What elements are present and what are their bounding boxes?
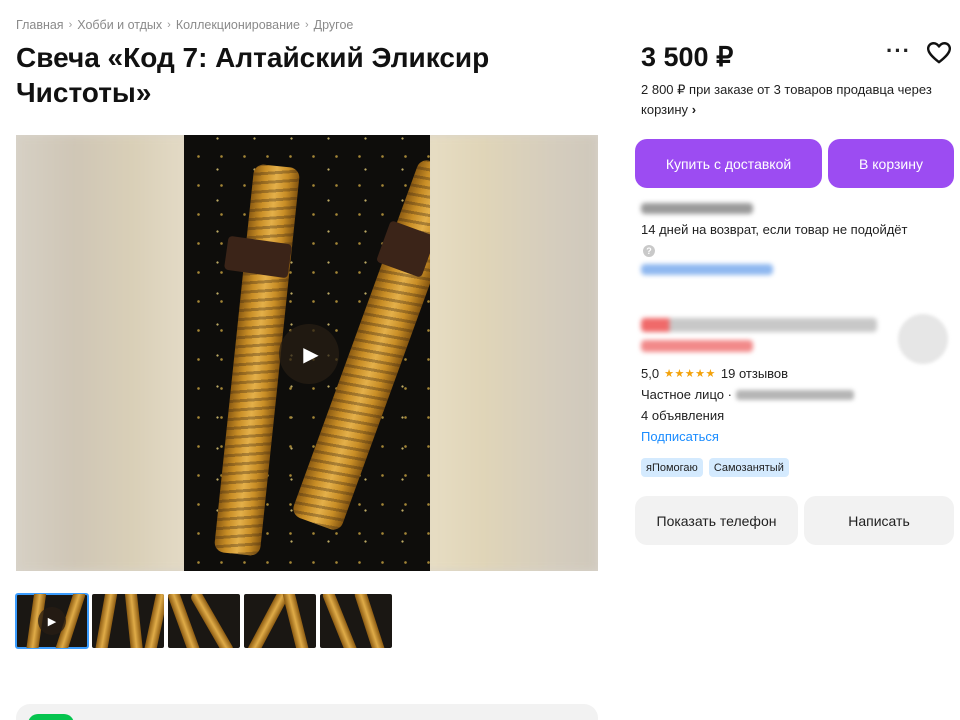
promo-text: 2 800 ₽ при заказе от 3 товаров продавца…: [641, 82, 932, 117]
breadcrumb-item-home[interactable]: Главная: [16, 18, 64, 32]
seller-rating[interactable]: 5,0 ★★★★★ 19 отзывов: [641, 366, 788, 381]
badge-self-employed[interactable]: Самозанятый: [708, 458, 789, 477]
show-phone-button[interactable]: Показать телефон: [635, 496, 798, 545]
more-options-icon[interactable]: ···: [886, 38, 911, 64]
info-icon[interactable]: ?: [643, 245, 655, 257]
bulk-price-promo[interactable]: 2 800 ₽ при заказе от 3 товаров продавца…: [641, 80, 941, 120]
play-icon: ▶: [303, 343, 319, 366]
page-title: Свеча «Код 7: Алтайский Эликсир Чистоты»: [16, 42, 490, 108]
breadcrumb-separator: ›: [68, 19, 73, 31]
return-policy-text: 14 дней на возврат, если товар не подойд…: [641, 222, 908, 237]
heart-icon[interactable]: [926, 40, 952, 66]
info-card: [16, 704, 598, 720]
chevron-right-icon: ›: [691, 102, 697, 117]
seller-subtitle-blurred: [641, 340, 753, 352]
reviews-count: 19 отзывов: [720, 366, 789, 381]
thumbnail-play-icon: ▶: [38, 607, 66, 635]
breadcrumb-item-collecting[interactable]: Коллекционирование: [176, 18, 300, 32]
badge-ya-pomogayu[interactable]: яПомогаю: [641, 458, 703, 477]
breadcrumb-separator: ›: [167, 19, 171, 31]
thumbnail-strip: ▶: [15, 593, 392, 649]
thumbnail-video[interactable]: ▶: [15, 593, 89, 649]
breadcrumb-item-other[interactable]: Другое: [314, 18, 354, 32]
seller-type-label: Частное лицо ·: [641, 387, 732, 402]
green-chip: [28, 714, 74, 720]
seller-type: Частное лицо ·: [641, 387, 854, 402]
thumbnail-image[interactable]: [244, 594, 316, 648]
buy-with-delivery-button[interactable]: Купить с доставкой: [635, 139, 822, 188]
write-message-button[interactable]: Написать: [804, 496, 954, 545]
delivery-link-blurred[interactable]: [641, 264, 773, 275]
price: 3 500 ₽: [641, 42, 734, 72]
thumbnail-image[interactable]: [92, 594, 164, 648]
thumbnail-image[interactable]: [168, 594, 240, 648]
breadcrumb: Главная › Хобби и отдых › Коллекциониров…: [16, 18, 353, 32]
seller-since-blurred: [735, 389, 854, 400]
breadcrumb-separator: ›: [304, 19, 309, 31]
thumbnail-image[interactable]: [320, 594, 392, 648]
star-rating-icon: ★★★★★: [664, 368, 716, 380]
breadcrumb-item-hobby[interactable]: Хобби и отдых: [77, 18, 162, 32]
subscribe-link[interactable]: Подписаться: [641, 429, 719, 444]
add-to-cart-button[interactable]: В корзину: [828, 139, 954, 188]
seller-name-blurred[interactable]: [641, 318, 877, 332]
seller-badges: яПомогаю Самозанятый: [641, 458, 789, 477]
seller-avatar[interactable]: [898, 314, 948, 364]
play-button[interactable]: ▶: [279, 324, 339, 384]
rating-value: 5,0: [641, 366, 660, 381]
seller-ads-count[interactable]: 4 объявления: [641, 408, 724, 423]
main-media-viewer[interactable]: ▶: [16, 135, 598, 571]
delivery-info-blurred: [641, 203, 753, 214]
